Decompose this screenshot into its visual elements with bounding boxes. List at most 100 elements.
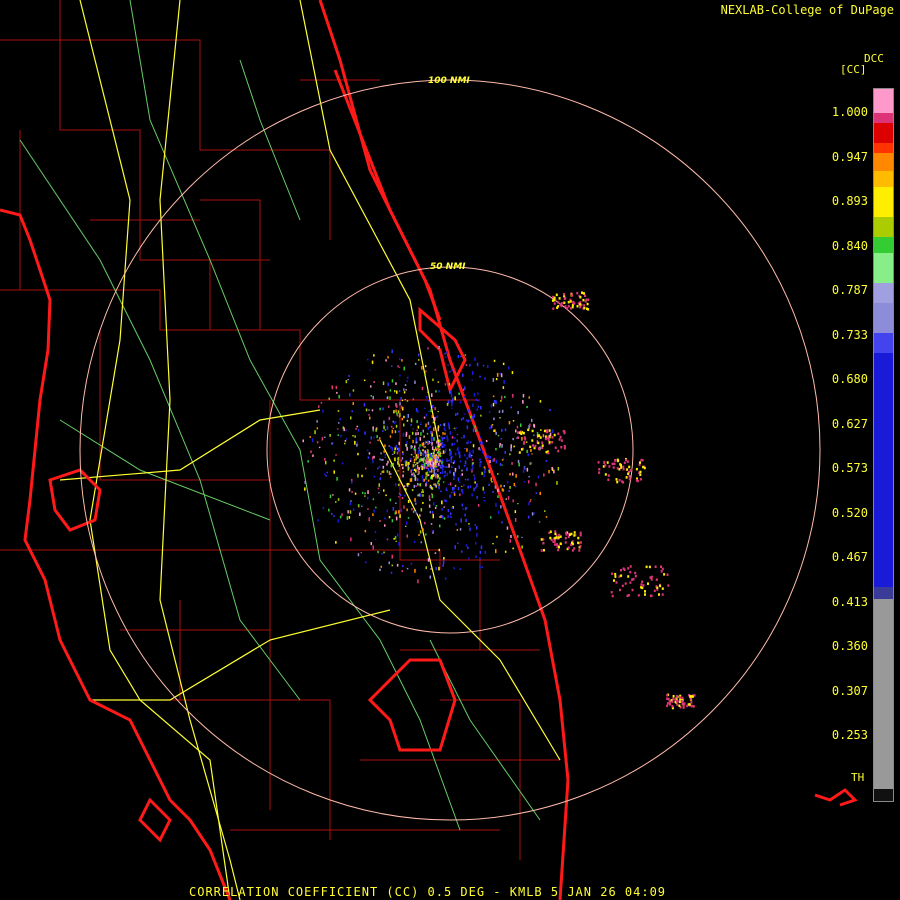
radar-returns — [302, 291, 696, 710]
radar-return — [384, 524, 386, 527]
radar-return — [403, 505, 405, 509]
radar-return — [543, 429, 546, 433]
radar-return — [440, 465, 442, 468]
radar-return — [420, 432, 422, 436]
radar-return — [350, 500, 352, 502]
radar-return — [437, 481, 439, 485]
radar-return — [493, 399, 496, 404]
radar-return — [539, 491, 541, 495]
radar-return — [320, 401, 323, 404]
radar-return — [439, 424, 442, 427]
radar-return — [423, 478, 425, 482]
radar-return — [394, 535, 397, 540]
radar-return — [690, 704, 693, 708]
radar-return — [435, 447, 437, 450]
radar-return — [310, 450, 312, 453]
radar-return — [628, 465, 631, 469]
radar-return — [428, 461, 430, 463]
radar-return — [407, 517, 410, 519]
radar-return — [471, 379, 473, 381]
color-scale-label: 0.413 — [831, 594, 868, 609]
radar-return — [316, 420, 318, 423]
radar-return — [396, 390, 398, 394]
radar-return — [639, 461, 641, 464]
radar-return — [558, 438, 561, 441]
radar-return — [567, 305, 570, 308]
radar-return — [586, 302, 589, 306]
radar-return — [622, 567, 625, 570]
radar-return — [541, 446, 544, 450]
radar-return — [387, 460, 389, 464]
radar-return — [476, 526, 478, 530]
radar-return — [434, 416, 436, 421]
radar-return — [426, 466, 428, 469]
radar-return — [533, 424, 536, 428]
radar-return — [395, 382, 397, 385]
radar-return — [464, 460, 467, 465]
radar-return — [417, 353, 420, 357]
radar-return — [526, 406, 528, 409]
radar-return — [527, 428, 530, 432]
radar-return — [424, 521, 426, 525]
radar-return — [431, 463, 433, 466]
radar-return — [597, 461, 600, 464]
radar-return — [484, 377, 486, 380]
radar-return — [386, 470, 389, 473]
radar-return — [493, 417, 495, 421]
radar-return — [427, 467, 430, 472]
color-scale-segment — [874, 599, 893, 789]
radar-return — [510, 444, 512, 449]
radar-return — [494, 485, 497, 489]
radar-return — [475, 429, 477, 432]
radar-return — [438, 345, 440, 349]
radar-return — [414, 497, 416, 502]
radar-return — [383, 450, 385, 453]
radar-return — [402, 474, 404, 478]
radar-return — [666, 693, 669, 697]
radar-return — [402, 466, 404, 470]
radar-return — [558, 533, 561, 537]
radar-return — [661, 587, 664, 590]
radar-return — [449, 482, 452, 486]
radar-return — [573, 534, 576, 537]
radar-return — [616, 467, 619, 470]
radar-return — [443, 427, 446, 431]
radar-return — [584, 294, 586, 297]
radar-return — [357, 473, 359, 478]
radar-return — [553, 469, 555, 474]
radar-return — [510, 535, 512, 538]
radar-return — [531, 418, 533, 422]
radar-return — [389, 396, 391, 400]
radar-return — [419, 444, 421, 447]
radar-return — [364, 492, 366, 495]
radar-return — [388, 516, 391, 519]
radar-return — [483, 471, 486, 474]
radar-return — [414, 449, 417, 452]
radar-return — [502, 386, 505, 389]
radar-return — [424, 407, 426, 409]
radar-return — [396, 404, 398, 408]
radar-return — [417, 473, 419, 476]
radar-return — [579, 303, 582, 306]
radar-return — [472, 428, 475, 433]
radar-return — [533, 434, 535, 436]
radar-return — [396, 533, 399, 537]
radar-return — [360, 552, 362, 554]
radar-return — [349, 501, 352, 506]
radar-return — [471, 371, 474, 375]
color-scale-label: 0.733 — [831, 327, 868, 342]
color-scale-label: 0.680 — [831, 372, 868, 386]
radar-return — [680, 700, 683, 703]
radar-return — [439, 524, 441, 528]
radar-return — [459, 454, 461, 458]
radar-return — [436, 440, 438, 444]
radar-return — [386, 396, 389, 400]
radar-return — [501, 521, 503, 524]
radar-return — [385, 494, 387, 497]
radar-return — [439, 455, 442, 458]
radar-return — [421, 489, 424, 491]
radar-return — [495, 400, 497, 405]
radar-return — [603, 461, 606, 465]
radar-return — [364, 431, 366, 435]
radar-return — [403, 388, 405, 391]
